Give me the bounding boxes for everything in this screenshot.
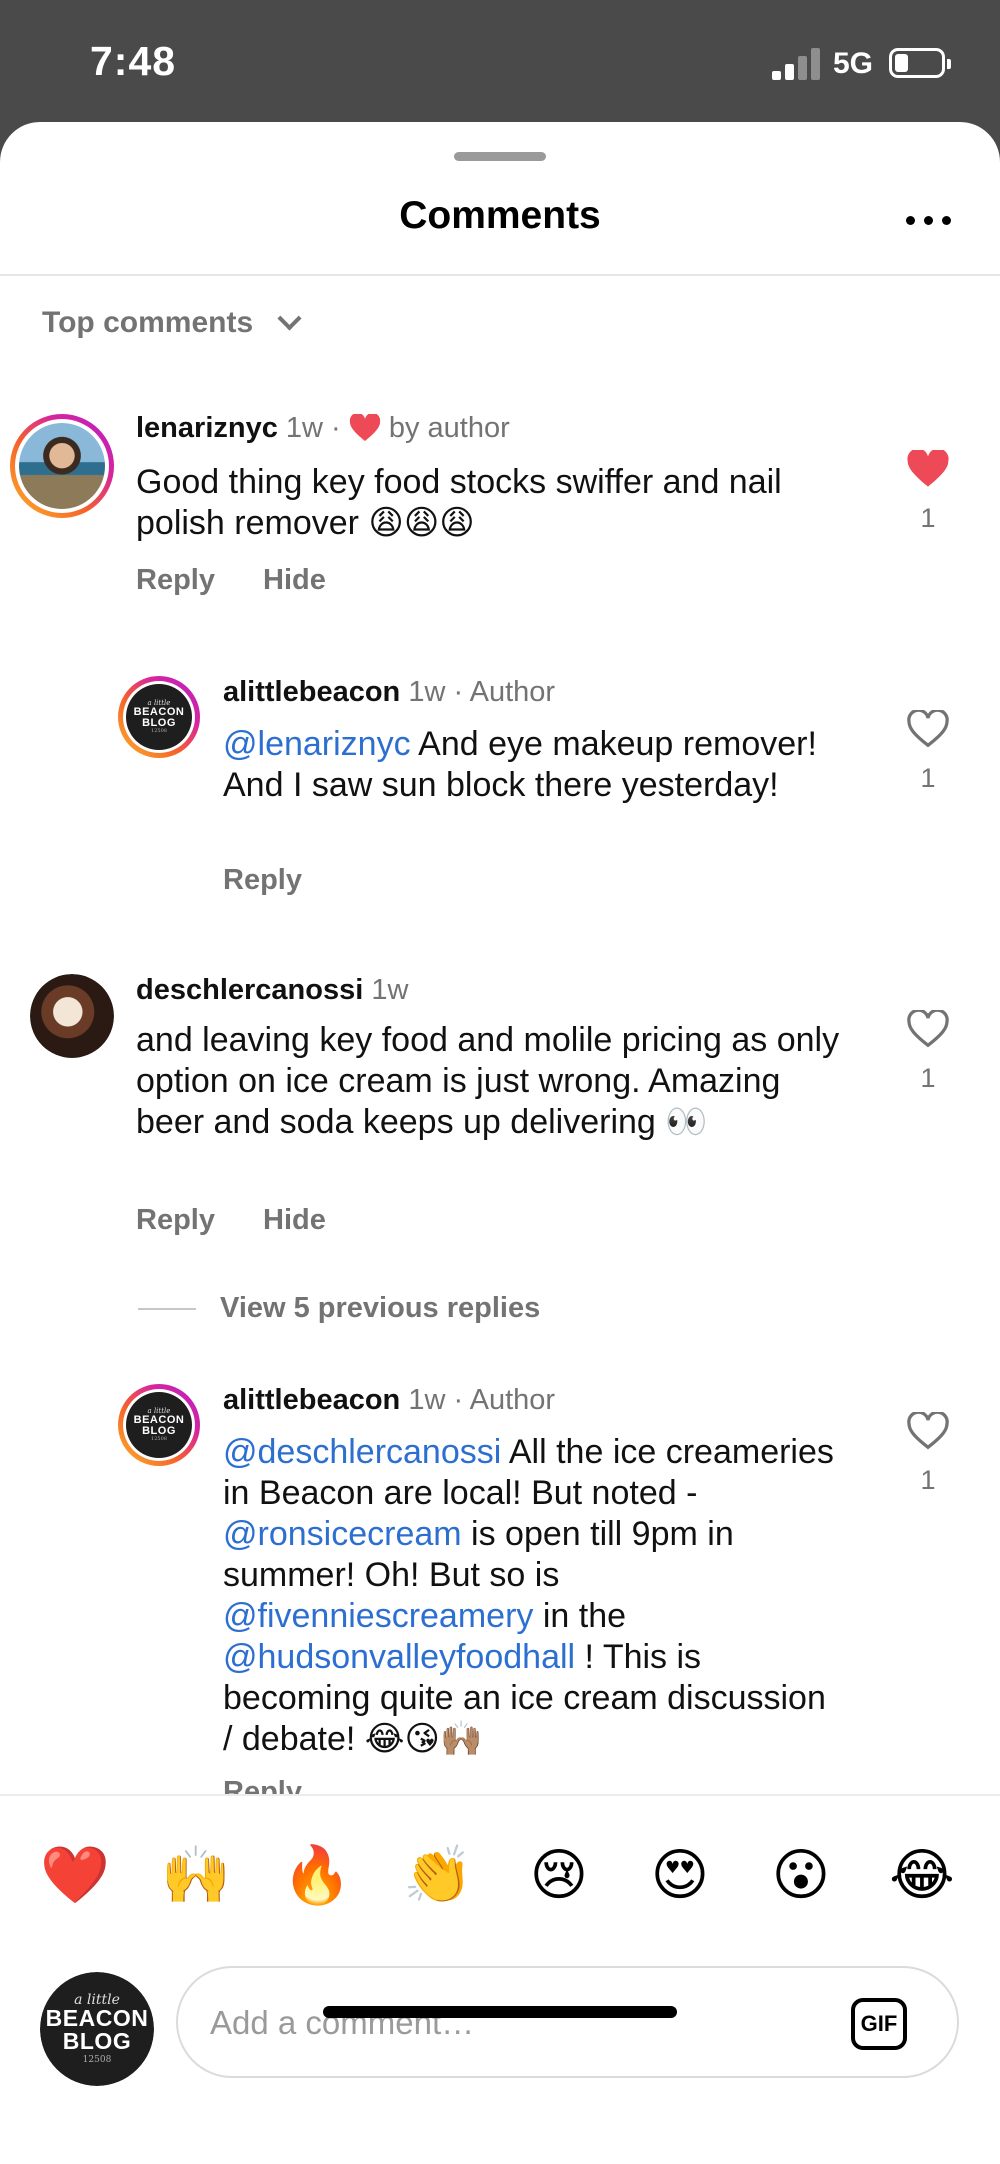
hide-button[interactable]: Hide <box>263 1204 326 1236</box>
avatar[interactable] <box>10 414 114 518</box>
emoji-text: 👀 <box>665 1102 708 1142</box>
signal-icon <box>772 46 820 80</box>
comment-username[interactable]: deschlercanossi <box>136 974 363 1006</box>
reaction-heart[interactable]: ❤️ <box>35 1836 115 1916</box>
comment-header: alittlebeacon 1w · Author <box>223 676 555 709</box>
mention-link[interactable]: @deschlercanossi <box>223 1433 501 1471</box>
status-time: 7:48 <box>90 38 177 84</box>
comment-text: @lenariznyc And eye makeup remover! And … <box>223 724 843 806</box>
network-label: 5G <box>833 47 874 80</box>
comment-box: GIF <box>176 1966 959 2078</box>
comment-text: and leaving key food and molile pricing … <box>136 1020 856 1143</box>
like-button[interactable]: 1 <box>898 448 958 534</box>
avatar[interactable]: a little BEACON BLOG 12508 <box>118 1384 200 1466</box>
battery-icon <box>889 48 951 78</box>
like-button[interactable]: 1 <box>898 1008 958 1094</box>
comment-username[interactable]: alittlebeacon <box>223 1384 400 1416</box>
comment-text-segment: and leaving key food and molile pricing … <box>136 1021 840 1141</box>
page-title: Comments <box>399 194 601 237</box>
reaction-crying[interactable]: 😢 <box>519 1836 599 1916</box>
like-count: 1 <box>920 503 936 533</box>
gif-button[interactable]: GIF <box>851 1998 907 2050</box>
like-count: 1 <box>920 1063 936 1093</box>
author-badge: Author <box>469 1384 556 1416</box>
comment-time: 1w <box>371 974 409 1006</box>
mention-link[interactable]: @hudsonvalleyfoodhall <box>223 1638 575 1676</box>
mention-link[interactable]: @ronsicecream <box>223 1515 462 1553</box>
reaction-fire[interactable]: 🔥 <box>277 1836 357 1916</box>
my-avatar: a little BEACON BLOG 12508 <box>40 1972 154 2086</box>
chevron-down-icon <box>277 305 302 331</box>
emoji-text: 😂😘🙌🏽 <box>364 1719 483 1759</box>
meta-separator: · <box>453 676 464 708</box>
comment-text: @deschlercanossi All the ice creameries … <box>223 1432 843 1760</box>
comment-username[interactable]: alittlebeacon <box>223 676 400 708</box>
avatar[interactable] <box>30 974 114 1058</box>
comment-input[interactable] <box>210 1994 810 2052</box>
status-bar: 7:48 5G <box>0 0 1000 122</box>
thread-line <box>138 1307 196 1310</box>
reaction-heart-eyes[interactable]: 😍 <box>640 1836 720 1916</box>
comment-time: 1w <box>408 676 446 708</box>
profile-photo <box>30 974 114 1058</box>
comment-header: lenariznyc 1w · by author <box>136 412 510 445</box>
by-author-badge: by author <box>388 412 510 444</box>
reaction-laughing[interactable]: 😂 <box>882 1836 962 1916</box>
profile-photo <box>19 423 105 509</box>
like-count: 1 <box>920 1465 936 1495</box>
heart-outline-icon <box>907 708 949 748</box>
comment-text-segment: in the <box>533 1597 627 1635</box>
comments-sheet: Comments Top comments lenariznyc 1w · by… <box>0 122 1000 2164</box>
heart-outline-icon <box>907 1410 949 1450</box>
comment-actions: Reply Hide <box>136 564 366 597</box>
meta-separator: · <box>331 412 341 444</box>
like-button[interactable]: 1 <box>898 708 958 794</box>
comment-username[interactable]: lenariznyc <box>136 412 278 444</box>
sort-dropdown[interactable]: Top comments <box>42 305 302 340</box>
meta-separator: · <box>453 1384 464 1416</box>
avatar[interactable]: a little BEACON BLOG 12508 <box>118 676 200 758</box>
mention-link[interactable]: @lenariznyc <box>223 725 411 763</box>
quick-reactions: ❤️ 🙌 🔥 👏 😢 😍 😮 😂 <box>0 1836 1000 1916</box>
heart-filled-icon <box>907 448 949 487</box>
reply-button[interactable]: Reply <box>136 564 215 596</box>
like-count: 1 <box>920 763 936 793</box>
author-liked-heart-icon <box>349 414 380 441</box>
like-button[interactable]: 1 <box>898 1410 958 1496</box>
emoji-text: 😩😩😩 <box>368 503 475 543</box>
comment-time: 1w <box>408 1384 446 1416</box>
reaction-clap[interactable]: 👏 <box>398 1836 478 1916</box>
beacon-blog-logo: a little BEACON BLOG 12508 <box>126 684 192 750</box>
beacon-blog-logo: a little BEACON BLOG 12508 <box>40 1972 154 2086</box>
sheet-grabber[interactable] <box>454 152 546 161</box>
comment-actions: Reply Hide <box>136 1204 366 1237</box>
heart-outline-icon <box>907 1008 949 1048</box>
comment-header: deschlercanossi 1w <box>136 974 408 1007</box>
beacon-blog-logo: a little BEACON BLOG 12508 <box>126 1392 192 1458</box>
composer-bar: ❤️ 🙌 🔥 👏 😢 😍 😮 😂 a little BEACON BLOG 12… <box>0 1794 1000 2164</box>
view-replies-label: View 5 previous replies <box>220 1292 541 1324</box>
view-previous-replies[interactable]: View 5 previous replies <box>138 1292 540 1325</box>
sort-label: Top comments <box>42 306 254 339</box>
author-badge: Author <box>469 676 556 708</box>
hide-button[interactable]: Hide <box>263 564 326 596</box>
mention-link[interactable]: @fivenniescreamery <box>223 1597 533 1635</box>
reaction-surprised[interactable]: 😮 <box>761 1836 841 1916</box>
comment-text: Good thing key food stocks swiffer and n… <box>136 462 876 544</box>
reply-button[interactable]: Reply <box>223 864 302 896</box>
comment-actions: Reply <box>223 864 342 897</box>
header-divider <box>0 274 1000 276</box>
comment-header: alittlebeacon 1w · Author <box>223 1384 555 1417</box>
reaction-raised-hands[interactable]: 🙌 <box>156 1836 236 1916</box>
comment-time: 1w <box>285 412 323 444</box>
home-indicator[interactable] <box>323 2006 677 2018</box>
more-options-icon[interactable] <box>904 214 954 228</box>
reply-button[interactable]: Reply <box>136 1204 215 1236</box>
